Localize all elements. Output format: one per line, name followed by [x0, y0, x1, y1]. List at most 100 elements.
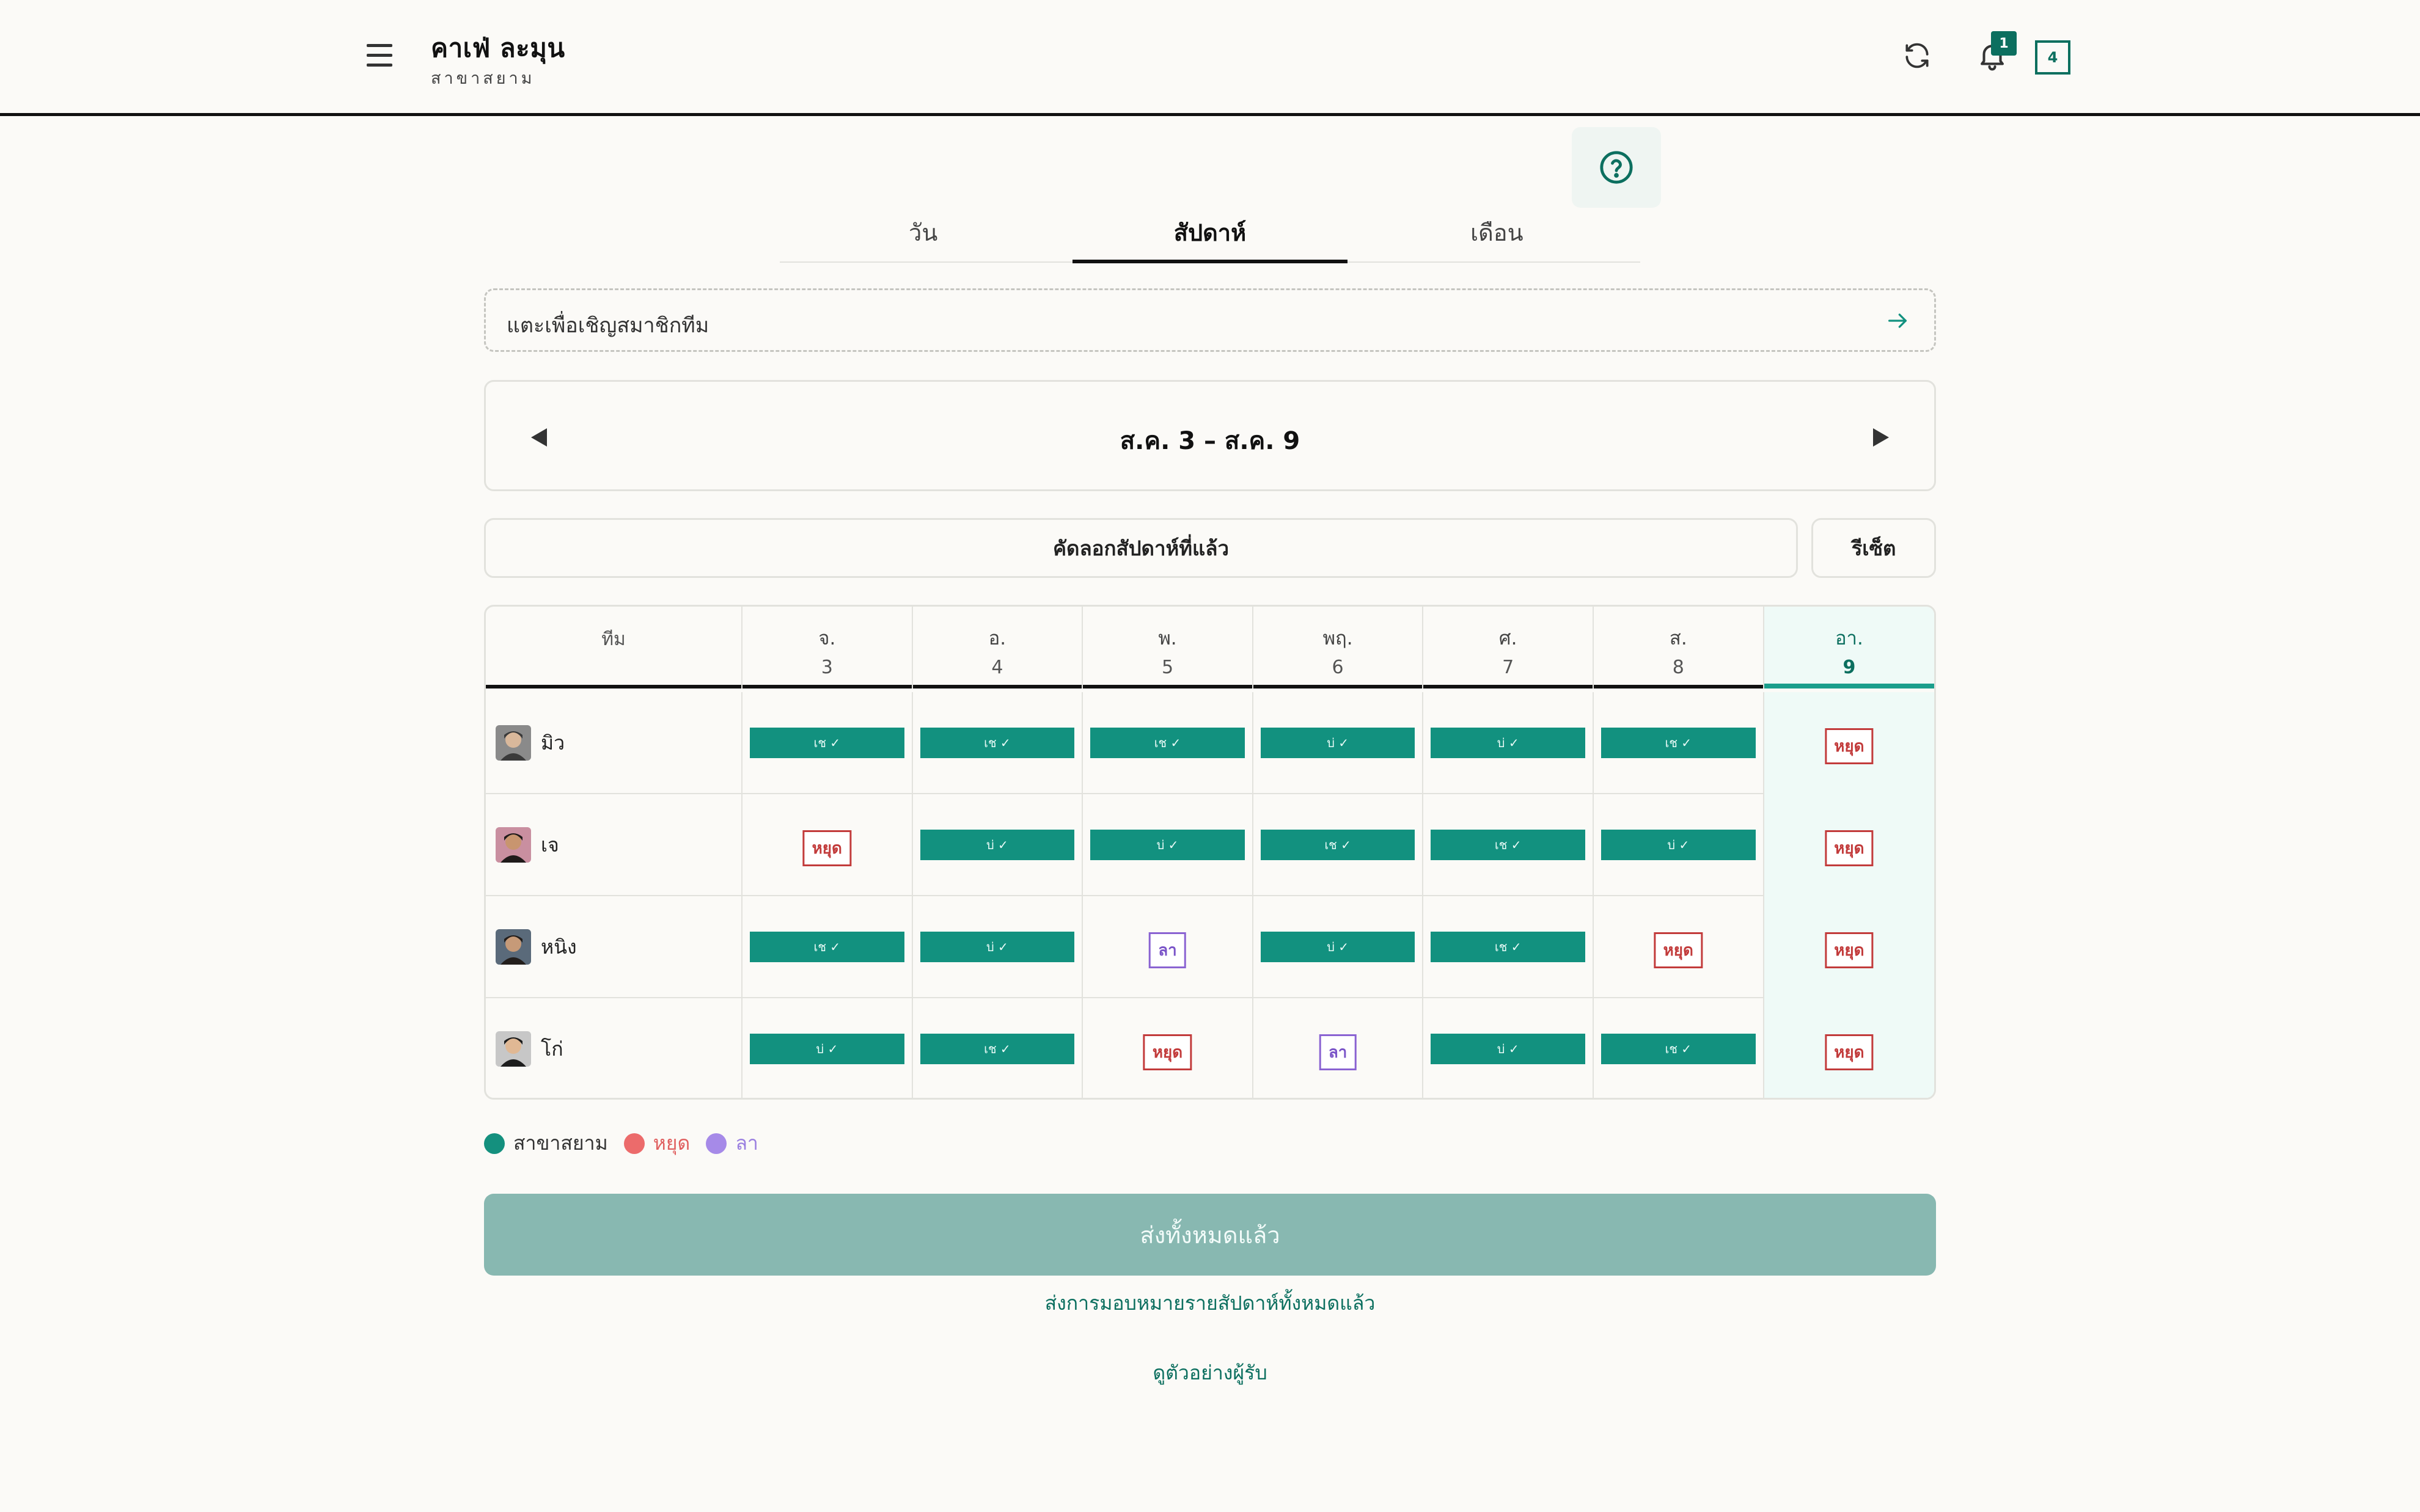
schedule-cell[interactable]: เช ✓ [913, 692, 1084, 794]
shift-block[interactable]: บ่ ✓ [1260, 728, 1415, 758]
member-info[interactable]: เจ [496, 827, 559, 863]
shift-block[interactable]: เช ✓ [1601, 1034, 1756, 1064]
shift-block[interactable]: บ่ ✓ [1431, 728, 1585, 758]
schedule-cell[interactable]: บ่ ✓ [1423, 692, 1594, 794]
schedule-cell[interactable]: หยุด [1764, 896, 1934, 998]
day-number: 3 [821, 657, 833, 678]
submit-all-button[interactable]: ส่งทั้งหมดแล้ว [484, 1194, 1936, 1276]
legend-item: ลา [706, 1128, 758, 1159]
day-number: 9 [1843, 657, 1856, 678]
menu-icon[interactable] [364, 43, 395, 70]
day-off-tag[interactable]: หยุด [1143, 1034, 1192, 1070]
week-range-label: ส.ค. 3 – ส.ค. 9 [1120, 427, 1300, 455]
shift-block[interactable]: บ่ ✓ [920, 932, 1075, 962]
schedule-cell[interactable]: เช ✓ [743, 692, 913, 794]
week-navigator: ส.ค. 3 – ส.ค. 9 [484, 380, 1936, 491]
schedule-cell[interactable]: บ่ ✓ [743, 998, 913, 1098]
member-cell: มิว [486, 692, 743, 794]
legend-label: ลา [735, 1131, 758, 1155]
schedule-cell[interactable]: หยุด [743, 794, 913, 896]
pending-count-badge[interactable]: 4 [2035, 40, 2070, 75]
shift-block[interactable]: เช ✓ [1090, 728, 1245, 758]
help-button[interactable] [1572, 127, 1661, 208]
day-header-2: พ. 5 [1083, 607, 1253, 688]
schedule-cell[interactable]: บ่ ✓ [1083, 794, 1253, 896]
next-week-button[interactable] [1866, 422, 1896, 453]
tab-month[interactable]: เดือน [1354, 202, 1640, 261]
day-off-tag[interactable]: หยุด [802, 830, 851, 866]
reset-button[interactable]: รีเซ็ต [1811, 518, 1936, 578]
schedule-cell[interactable]: บ่ ✓ [1423, 998, 1594, 1098]
schedule-cell[interactable]: เช ✓ [1423, 896, 1594, 998]
schedule-cell[interactable]: หยุด [1083, 998, 1253, 1098]
member-cell: หนิง [486, 896, 743, 998]
day-off-tag[interactable]: หยุด [1825, 1034, 1874, 1070]
member-info[interactable]: หนิง [496, 929, 577, 965]
leave-tag[interactable]: ลา [1319, 1034, 1357, 1070]
day-number: 5 [1161, 657, 1174, 678]
day-header-3: พฤ. 6 [1253, 607, 1424, 688]
avatar [496, 725, 531, 761]
shift-block[interactable]: บ่ ✓ [1090, 830, 1245, 860]
member-info[interactable]: มิว [496, 725, 565, 761]
day-off-tag[interactable]: หยุด [1825, 728, 1874, 764]
schedule-cell[interactable]: เช ✓ [1253, 794, 1424, 896]
schedule-cell[interactable]: หยุด [1764, 998, 1934, 1098]
day-header-0: จ. 3 [743, 607, 913, 688]
table-row: โก่ บ่ ✓ เช ✓ หยุด ลา บ่ ✓ เช ✓ หยุด [486, 998, 1934, 1098]
schedule-cell[interactable]: ลา [1253, 998, 1424, 1098]
refresh-icon[interactable] [1902, 40, 1932, 71]
copy-last-week-button[interactable]: คัดลอกสัปดาห์ที่แล้ว [484, 518, 1798, 578]
schedule-cell[interactable]: บ่ ✓ [913, 896, 1084, 998]
schedule-cell[interactable]: บ่ ✓ [1594, 794, 1764, 896]
grid-header: ทีม จ. 3 อ. 4 พ. 5 พฤ. 6 ศ. 7 ส. 8 อา. 9 [486, 607, 1934, 688]
shift-block[interactable]: เช ✓ [1431, 830, 1585, 860]
team-column-header: ทีม [486, 607, 743, 688]
day-name: อา. [1835, 627, 1863, 649]
table-row: หนิง เช ✓ บ่ ✓ ลา บ่ ✓ เช ✓ หยุด หยุด [486, 896, 1934, 998]
shift-block[interactable]: บ่ ✓ [750, 1034, 904, 1064]
tab-week[interactable]: สัปดาห์ [1066, 202, 1353, 263]
schedule-cell[interactable]: หยุด [1764, 692, 1934, 794]
schedule-cell[interactable]: เช ✓ [1423, 794, 1594, 896]
legend-dot-icon [706, 1133, 727, 1154]
shift-block[interactable]: บ่ ✓ [1431, 1034, 1585, 1064]
day-name: จ. [818, 627, 836, 649]
shift-block[interactable]: เช ✓ [920, 728, 1075, 758]
schedule-cell[interactable]: บ่ ✓ [1253, 896, 1424, 998]
shift-block[interactable]: บ่ ✓ [1260, 932, 1415, 962]
schedule-cell[interactable]: เช ✓ [913, 998, 1084, 1098]
day-off-tag[interactable]: หยุด [1825, 932, 1874, 968]
schedule-cell[interactable]: บ่ ✓ [913, 794, 1084, 896]
shift-block[interactable]: เช ✓ [1260, 830, 1415, 860]
shift-block[interactable]: เช ✓ [750, 932, 904, 962]
shift-block[interactable]: บ่ ✓ [920, 830, 1075, 860]
avatar [496, 1031, 531, 1067]
schedule-cell[interactable]: ลา [1083, 896, 1253, 998]
arrow-right-icon [1885, 309, 1910, 333]
schedule-cell[interactable]: เช ✓ [743, 896, 913, 998]
preview-recipients-link[interactable]: ดูตัวอย่างผู้รับ [0, 1357, 2420, 1389]
tab-day[interactable]: วัน [780, 202, 1066, 261]
shift-block[interactable]: เช ✓ [750, 728, 904, 758]
invite-team-banner[interactable]: แตะเพื่อเชิญสมาชิกทีม [484, 288, 1936, 352]
shift-block[interactable]: เช ✓ [920, 1034, 1075, 1064]
table-row: มิว เช ✓ เช ✓ เช ✓ บ่ ✓ บ่ ✓ เช ✓ หยุด [486, 692, 1934, 794]
day-header-6: อา. 9 [1764, 607, 1934, 688]
shift-block[interactable]: บ่ ✓ [1601, 830, 1756, 860]
schedule-cell[interactable]: หยุด [1594, 896, 1764, 998]
legend-label: สาขาสยาม [513, 1131, 608, 1155]
member-info[interactable]: โก่ [496, 1031, 563, 1067]
schedule-cell[interactable]: เช ✓ [1083, 692, 1253, 794]
day-name: ศ. [1498, 627, 1517, 649]
leave-tag[interactable]: ลา [1149, 932, 1186, 968]
schedule-cell[interactable]: บ่ ✓ [1253, 692, 1424, 794]
schedule-cell[interactable]: เช ✓ [1594, 998, 1764, 1098]
day-off-tag[interactable]: หยุด [1825, 830, 1874, 866]
schedule-cell[interactable]: หยุด [1764, 794, 1934, 896]
schedule-cell[interactable]: เช ✓ [1594, 692, 1764, 794]
shift-block[interactable]: เช ✓ [1431, 932, 1585, 962]
shift-block[interactable]: เช ✓ [1601, 728, 1756, 758]
notification-badge: 1 [1991, 31, 2017, 56]
day-off-tag[interactable]: หยุด [1654, 932, 1703, 968]
